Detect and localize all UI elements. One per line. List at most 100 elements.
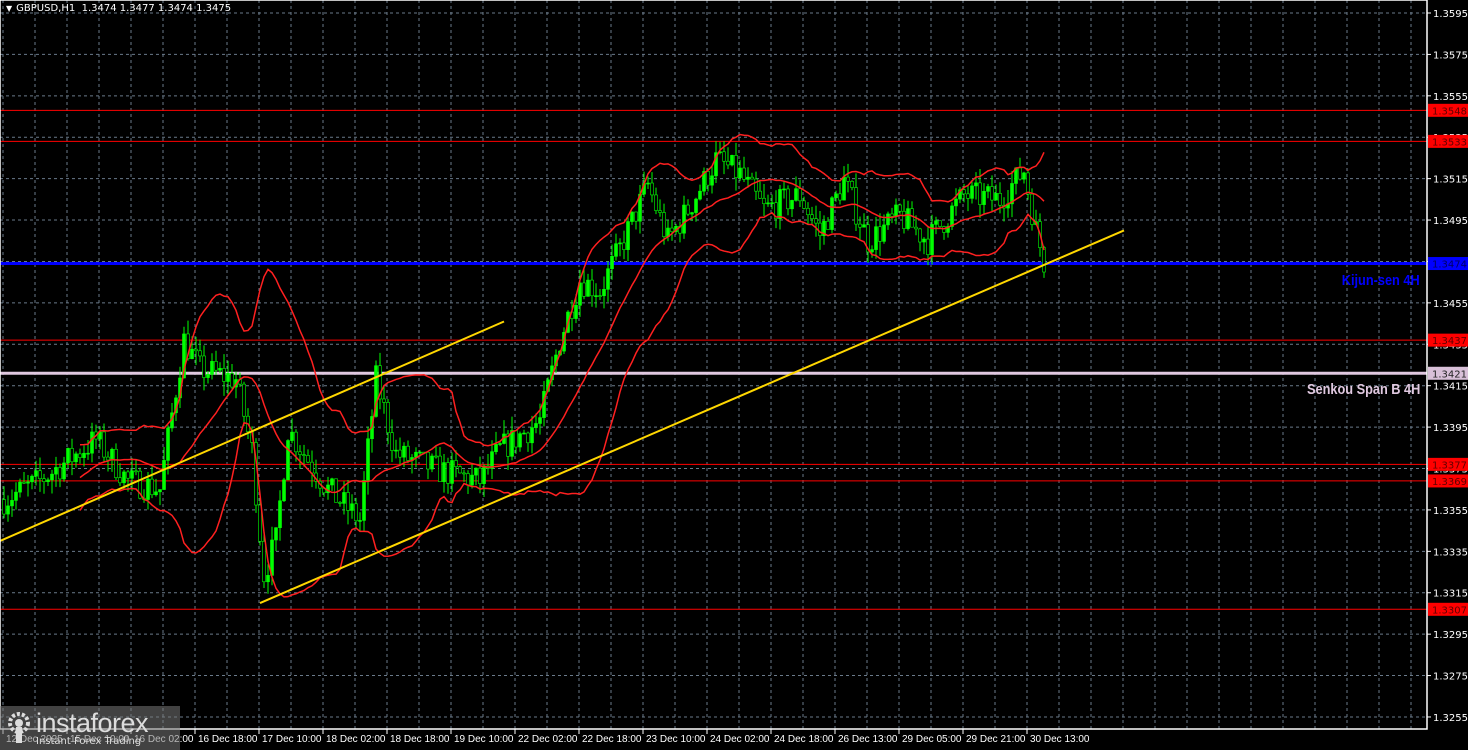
candle (474, 467, 478, 486)
candle-body (950, 205, 954, 227)
kijun-sen-label: Kijun-sen 4H (1342, 272, 1420, 289)
candle-body (874, 226, 878, 250)
candle-body (762, 197, 766, 205)
x-tick-label: 22 Dec 02:00 (518, 734, 578, 745)
candle-body (790, 200, 794, 210)
candle-body (198, 350, 202, 357)
candle (242, 381, 246, 426)
candle (734, 142, 738, 191)
candle-body (662, 212, 666, 237)
candle-body (406, 445, 410, 461)
candle-body (670, 227, 674, 232)
candle (362, 471, 366, 531)
candle (430, 453, 434, 473)
candle-body (114, 448, 118, 478)
x-tick-label: 29 Dec 21:00 (966, 734, 1026, 745)
x-tick-label: 30 Dec 13:00 (1030, 734, 1090, 745)
y-tick-label: 1.3575 (1433, 50, 1468, 61)
candle (658, 199, 662, 217)
candle-body (754, 178, 758, 192)
candle-body (1042, 247, 1046, 273)
candle-body (934, 220, 938, 225)
candle-body (294, 431, 298, 453)
candle-body (618, 242, 622, 245)
candle-body (738, 167, 742, 178)
candle-body (446, 462, 450, 484)
y-tick-label: 1.3295 (1433, 630, 1468, 641)
candle (814, 205, 818, 237)
candle-body (450, 460, 454, 484)
candle-body (102, 431, 106, 458)
candle-body (346, 492, 350, 511)
candle (1018, 157, 1022, 181)
candle (934, 216, 938, 235)
x-tick-label: 24 Dec 18:00 (774, 734, 834, 745)
candle-body (630, 211, 634, 222)
candle (6, 495, 10, 522)
candle (854, 173, 858, 232)
candle (446, 457, 450, 494)
candle (922, 237, 926, 255)
candle-body (110, 448, 114, 461)
candle (366, 426, 370, 495)
candle-body (82, 452, 86, 458)
candle (378, 352, 382, 410)
candle (806, 202, 810, 224)
candle-body (902, 210, 906, 229)
candle-body (910, 208, 914, 228)
candle-body (970, 185, 974, 199)
dropdown-arrow-icon[interactable]: ▼ (6, 4, 12, 13)
candle-body (490, 451, 494, 469)
candle (890, 207, 894, 224)
candle-body (722, 151, 726, 162)
candle-body (586, 279, 590, 297)
candle (38, 457, 42, 492)
candle-body (994, 193, 998, 201)
candle (522, 429, 526, 435)
candle-body (150, 478, 154, 496)
candles (2, 141, 1046, 594)
candle-body (46, 479, 50, 482)
candle-body (846, 176, 850, 182)
candle (82, 445, 86, 467)
candle (918, 227, 922, 252)
candle (594, 283, 598, 308)
candle (318, 478, 322, 497)
candle (682, 195, 686, 239)
candle (810, 206, 814, 225)
y-tick-label: 1.3455 (1433, 299, 1468, 310)
candle-body (2, 499, 6, 515)
candle-body (426, 452, 430, 470)
candle (14, 482, 18, 510)
candle-body (494, 443, 498, 452)
candle (502, 420, 506, 445)
candle-body (418, 451, 422, 454)
candle-body (210, 361, 214, 375)
price-tag-support: 1.3377 (1432, 460, 1467, 471)
candle-body (10, 500, 14, 507)
y-tick-label: 1.3595 (1433, 9, 1468, 20)
y-tick-label: 1.3335 (1433, 547, 1468, 558)
candle-body (6, 505, 10, 515)
x-tick-label: 26 Dec 13:00 (838, 734, 898, 745)
candle-body (962, 189, 966, 195)
candle-body (650, 182, 654, 196)
price-chart[interactable]: 1.35951.35751.35551.35351.35151.34951.34… (0, 0, 1468, 750)
candle-body (598, 295, 602, 297)
candle (966, 185, 970, 212)
candle (730, 154, 734, 167)
candle-body (398, 449, 402, 458)
candle-body (230, 373, 234, 388)
candle (390, 419, 394, 463)
candle-body (830, 197, 834, 230)
candle (210, 353, 214, 380)
candle-body (126, 471, 130, 479)
candle-body (226, 373, 230, 382)
candle-body (526, 432, 530, 444)
price-tag-support: 1.3369 (1432, 477, 1467, 488)
candle-body (190, 348, 194, 359)
candle-body (710, 175, 714, 186)
candle-body (986, 186, 990, 192)
candle-body (982, 191, 986, 205)
candle-body (454, 460, 458, 467)
